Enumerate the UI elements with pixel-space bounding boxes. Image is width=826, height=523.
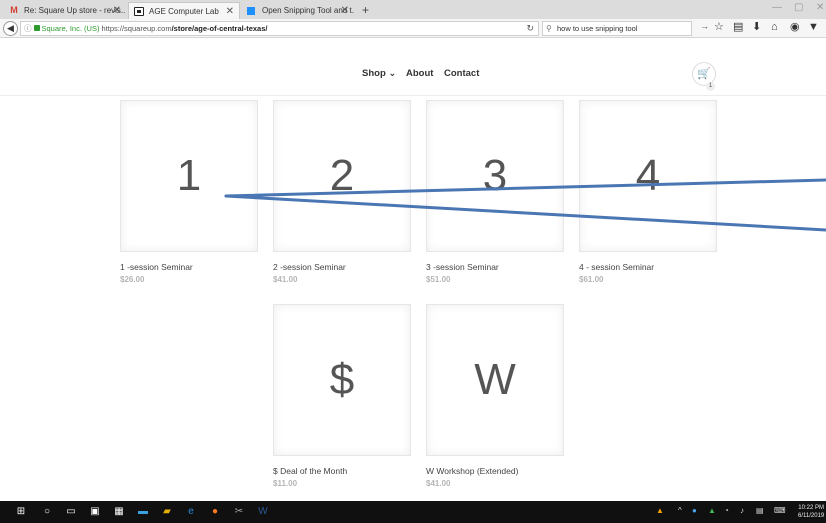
cortana-search-icon[interactable]: ○ xyxy=(40,505,54,519)
product-price: $11.00 xyxy=(273,479,298,488)
taskbar-clock[interactable]: 10:22 PM 6/11/2019 xyxy=(798,504,824,520)
product-card[interactable]: 1 1 -session Seminar $26.00 xyxy=(120,100,258,284)
calculator-icon[interactable]: ▦ xyxy=(112,505,126,519)
product-price: $51.00 xyxy=(426,275,451,284)
search-value: how to use snipping tool xyxy=(557,24,638,33)
cart-count-badge: 1 xyxy=(706,82,715,91)
browser-tab-strip: M Re: Square Up store - revis... ✕ AGE C… xyxy=(0,0,826,19)
product-price: $26.00 xyxy=(120,275,145,284)
tray-app-icon[interactable]: ● xyxy=(692,506,697,515)
lock-icon xyxy=(33,25,40,31)
product-card[interactable]: W W Workshop (Extended) $41.00 xyxy=(426,304,564,488)
word-icon[interactable]: W xyxy=(256,505,270,519)
reading-list-icon[interactable]: ▤ xyxy=(733,20,743,34)
pocket-icon[interactable]: ▼ xyxy=(808,20,819,34)
product-name[interactable]: 3 -session Seminar xyxy=(426,262,564,272)
site-header: Shop ⌄ About Contact 🛒 1 xyxy=(0,38,826,96)
close-tab-icon[interactable]: ✕ xyxy=(113,2,121,19)
firefox-icon[interactable]: ● xyxy=(208,505,222,519)
restore-icon[interactable]: ▢ xyxy=(794,2,803,13)
windows-taskbar: ⊞ ○ ▭ ▣ ▦ ▬ ▰ e ● ✂ W ▲ ^ ● ▲ ◔ ♪ ▤ ⌨ 10… xyxy=(0,501,826,523)
product-price: $41.00 xyxy=(273,275,298,284)
product-card[interactable]: 2 2 -session Seminar $41.00 xyxy=(273,100,411,284)
notification-alert-icon[interactable]: ▲ xyxy=(656,506,664,515)
tab-label: Re: Square Up store - revis... xyxy=(24,6,126,15)
product-name[interactable]: 2 -session Seminar xyxy=(273,262,411,272)
product-name[interactable]: $ Deal of the Month xyxy=(273,466,411,476)
photos-icon[interactable]: ▬ xyxy=(136,505,150,519)
task-view-icon[interactable]: ▭ xyxy=(64,505,78,519)
tab-gmail[interactable]: M Re: Square Up store - revis... ✕ xyxy=(4,2,126,19)
url-bar[interactable]: ⓘ Square, Inc. (US) https://squareup.com/… xyxy=(20,21,539,36)
minimize-icon[interactable]: — xyxy=(772,2,782,13)
bookmark-star-icon[interactable]: ☆ xyxy=(714,20,724,34)
product-card[interactable]: $ $ Deal of the Month $11.00 xyxy=(273,304,411,488)
clock-date: 6/11/2019 xyxy=(798,513,825,519)
back-arrow-icon[interactable]: ◀ xyxy=(3,21,18,36)
close-tab-icon[interactable]: ✕ xyxy=(226,3,234,19)
product-thumbnail[interactable]: 4 xyxy=(579,100,717,252)
reload-icon[interactable]: ↻ xyxy=(526,22,534,35)
product-name[interactable]: 4 - session Seminar xyxy=(579,262,717,272)
tab-snipping-tool[interactable]: Open Snipping Tool and t... ✕ xyxy=(242,2,354,19)
windows-start-icon[interactable]: ⊞ xyxy=(14,505,28,519)
wifi-icon[interactable]: ◔ xyxy=(724,506,729,515)
extension-icon[interactable]: ◉ xyxy=(790,20,800,34)
product-thumbnail[interactable]: W xyxy=(426,304,564,456)
gmail-icon: M xyxy=(10,5,18,15)
nav-about[interactable]: About xyxy=(406,68,433,79)
file-explorer-icon[interactable]: ▰ xyxy=(160,505,174,519)
windows-store-icon xyxy=(247,7,255,15)
nav-contact[interactable]: Contact xyxy=(444,68,479,79)
product-card[interactable]: 4 4 - session Seminar $61.00 xyxy=(579,100,717,284)
search-icon: ⚲ xyxy=(546,24,552,33)
volume-icon[interactable]: ♪ xyxy=(740,506,744,515)
product-name[interactable]: W Workshop (Extended) xyxy=(426,466,564,476)
search-go-arrow-icon[interactable]: → xyxy=(700,21,709,31)
product-thumbnail[interactable]: $ xyxy=(273,304,411,456)
product-thumbnail[interactable]: 2 xyxy=(273,100,411,252)
home-icon[interactable]: ⌂ xyxy=(771,20,778,34)
edge-icon[interactable]: e xyxy=(184,505,198,519)
square-icon xyxy=(134,7,144,16)
info-icon[interactable]: ⓘ xyxy=(24,24,32,33)
tab-age-computer-lab[interactable]: AGE Computer Lab ✕ xyxy=(128,2,240,19)
product-thumbnail[interactable]: 1 xyxy=(120,100,258,252)
search-input[interactable]: ⚲ how to use snipping tool xyxy=(542,21,692,36)
url-path: /store/age-of-central-texas/ xyxy=(171,24,268,33)
store-icon[interactable]: ▣ xyxy=(88,505,102,519)
site-identity: Square, Inc. (US) xyxy=(41,24,100,33)
nav-shop[interactable]: Shop ⌄ xyxy=(362,68,396,79)
screen: M Re: Square Up store - revis... ✕ AGE C… xyxy=(0,0,826,523)
close-tab-icon[interactable]: ✕ xyxy=(341,2,349,19)
new-tab-button[interactable]: + xyxy=(356,2,375,19)
keyboard-icon[interactable]: ⌨ xyxy=(774,506,786,515)
action-center-icon[interactable]: ▤ xyxy=(756,506,764,515)
tray-drive-icon[interactable]: ▲ xyxy=(708,506,716,515)
product-name[interactable]: 1 -session Seminar xyxy=(120,262,258,272)
tray-expand-icon[interactable]: ^ xyxy=(678,506,682,515)
product-price: $61.00 xyxy=(579,275,604,284)
tab-label: AGE Computer Lab xyxy=(149,7,219,16)
close-window-icon[interactable]: ✕ xyxy=(816,2,824,13)
clock-time: 10:22 PM xyxy=(798,505,824,511)
product-card[interactable]: 3 3 -session Seminar $51.00 xyxy=(426,100,564,284)
product-thumbnail[interactable]: 3 xyxy=(426,100,564,252)
snipping-tool-icon[interactable]: ✂ xyxy=(232,505,246,519)
product-price: $41.00 xyxy=(426,479,451,488)
download-icon[interactable]: ⬇ xyxy=(752,20,761,34)
url-host: https://squareup.com xyxy=(101,24,172,33)
